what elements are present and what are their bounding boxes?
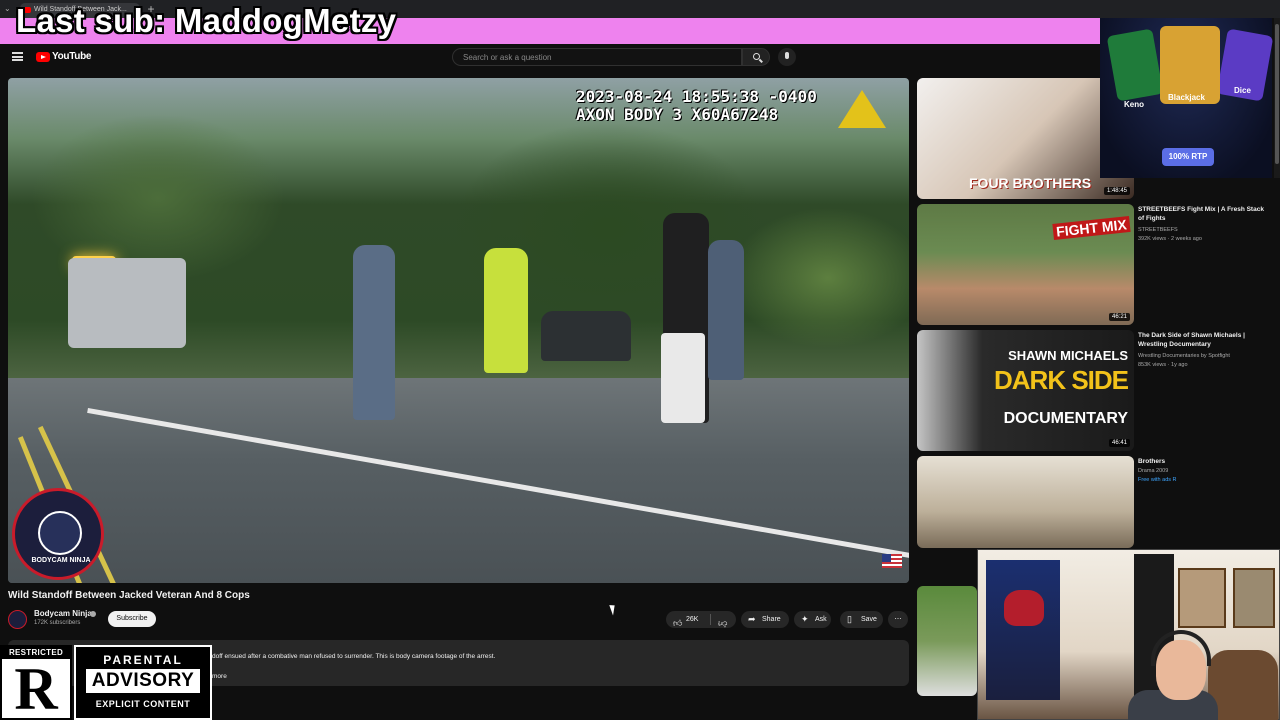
restricted-rating-badge: RESTRICTED R — [0, 645, 72, 720]
recommendation-title[interactable]: The Dark Side of Shawn Michaels | Wrestl… — [1138, 331, 1268, 349]
thumbnail-text: FIGHT MIX — [1052, 216, 1131, 240]
bookmark-icon: ▯ — [847, 614, 852, 624]
share-label: Share — [762, 616, 781, 623]
video-duration: 46:41 — [1108, 439, 1130, 447]
channel-watermark-text: BODYCAM NINJA — [31, 557, 91, 564]
recommendation-meta: 853K views · 1y ago — [1138, 362, 1188, 368]
ad-keno-label: Keno — [1124, 100, 1144, 109]
channel-watermark[interactable]: BODYCAM NINJA — [12, 488, 104, 580]
video-frame-officer — [708, 240, 744, 380]
recommendation-title[interactable]: STREETBEEFS Fight Mix | A Fresh Stack of… — [1138, 205, 1268, 223]
thumbnail-text: SHAWN MICHAELS — [1008, 348, 1128, 363]
webcam-banner-art — [1004, 590, 1044, 626]
search-input[interactable]: Search or ask a question — [452, 48, 742, 66]
window-menu-icon[interactable]: ⌄ — [4, 4, 14, 14]
share-icon: ➦ — [748, 614, 756, 624]
channel-name[interactable]: Bodycam Ninja — [34, 609, 92, 618]
recommendation-thumbnail[interactable]: FIGHT MIX 46:21 — [917, 204, 1134, 325]
save-button[interactable]: ▯ Save — [840, 611, 883, 628]
youtube-header: YouTube Search or ask a question — [0, 44, 1100, 72]
stream-screen: ⌄ Wild Standoff Between Jack... + Last s… — [0, 0, 1280, 720]
video-player[interactable]: 2023-08-24 18:55:38 -0400 AXON BODY 3 X6… — [8, 78, 909, 583]
ad-blackjack-label: Blackjack — [1168, 93, 1205, 102]
search-icon — [753, 53, 760, 60]
recommendation-meta: 392K views · 2 weeks ago — [1138, 236, 1202, 242]
microphone-icon — [785, 52, 789, 59]
recommendation-thumbnail[interactable] — [917, 586, 977, 696]
streamer-webcam — [977, 549, 1280, 720]
video-frame-road — [8, 378, 909, 583]
video-frame-tow-truck — [68, 258, 186, 348]
webcam-chair — [1208, 650, 1278, 720]
sparkle-icon: ✦ — [801, 614, 809, 624]
free-with-ads-label: Free with ads — [1138, 477, 1172, 483]
advisory-line-3: EXPLICIT CONTENT — [95, 699, 191, 709]
restricted-letter: R — [14, 656, 58, 720]
rating-badge: R — [1172, 477, 1177, 483]
divider — [710, 614, 711, 625]
ask-label: Ask — [815, 616, 827, 623]
advisory-line-1: PARENTAL — [103, 653, 183, 667]
video-frame-officer — [353, 245, 395, 420]
video-duration: 46:21 — [1108, 313, 1130, 321]
save-label: Save — [861, 616, 877, 623]
ninja-icon — [38, 511, 82, 555]
video-frame-man — [661, 333, 705, 423]
description-text: doff ensued after a combative man refuse… — [212, 653, 496, 660]
verified-icon — [90, 611, 96, 617]
subscriber-count: 172K subscribers — [34, 620, 81, 626]
recommendation-meta: Drama 2009 — [1138, 468, 1169, 474]
recommendation-thumbnail[interactable]: BE — [917, 456, 1134, 548]
share-button[interactable]: ➦ Share — [741, 611, 789, 628]
subscribe-button[interactable]: Subscribe — [108, 611, 156, 627]
scrollbar-thumb[interactable] — [1275, 24, 1279, 164]
us-flag-icon — [882, 554, 902, 568]
mouse-cursor-icon — [609, 603, 618, 616]
bodycam-timestamp: 2023-08-24 18:55:38 -0400 AXON BODY 3 X6… — [576, 88, 817, 124]
search-button[interactable] — [742, 48, 770, 66]
video-frame-trees — [8, 78, 909, 408]
ad-card-keno — [1106, 28, 1164, 102]
voice-search-button[interactable] — [778, 48, 796, 66]
like-dislike-pill: 👍︎ 26K 👍︎ — [666, 611, 736, 629]
youtube-logo-icon[interactable] — [36, 52, 50, 62]
video-duration: 1:48:45 — [1103, 187, 1130, 195]
recommendation-channel[interactable]: STREETBEEFS — [1138, 226, 1268, 234]
show-more-link[interactable]: more — [212, 673, 227, 680]
bodycam-device-line: AXON BODY 3 X60A67248 — [576, 105, 779, 124]
parental-advisory-badge: PARENTAL ADVISORY EXPLICIT CONTENT — [74, 645, 212, 720]
hamburger-menu-icon[interactable] — [12, 52, 23, 61]
last-sub-text: Last sub: MaddogMetzy — [16, 2, 397, 39]
bodycam-timestamp-line: 2023-08-24 18:55:38 -0400 — [576, 87, 817, 106]
recommendation-thumbnail[interactable]: SHAWN MICHAELS DARK SIDE DOCUMENTARY 46:… — [917, 330, 1134, 451]
webcam-poster — [1178, 568, 1226, 628]
axon-logo-icon — [838, 90, 886, 128]
thumbnail-text: DOCUMENTARY — [1003, 410, 1128, 427]
ask-button[interactable]: ✦ Ask — [794, 611, 831, 628]
ad-dice-label: Dice — [1234, 86, 1251, 95]
thumbnail-text: DARK SIDE — [993, 365, 1129, 395]
recommendation-title[interactable]: Brothers — [1138, 457, 1268, 466]
thumbnail-text: FOUR BROTHERS — [969, 175, 1092, 191]
advisory-line-2: ADVISORY — [86, 669, 200, 693]
ad-rtp-badge: 100% RTP — [1162, 148, 1214, 166]
free-with-ads-badge: Free with ads R — [1138, 477, 1177, 483]
like-count[interactable]: 26K — [686, 611, 698, 628]
video-title: Wild Standoff Between Jacked Veteran And… — [8, 590, 250, 601]
webcam-poster — [1233, 568, 1275, 628]
video-frame-officer — [484, 248, 528, 373]
like-icon[interactable]: 👍︎ — [673, 615, 682, 632]
dislike-icon[interactable]: 👍︎ — [718, 615, 727, 632]
recommendation-channel[interactable]: Wrestling Documentaries by Spotfight — [1138, 352, 1268, 360]
video-frame-car — [541, 311, 631, 361]
youtube-logo-text[interactable]: YouTube — [52, 51, 92, 62]
casino-ad[interactable]: Keno Blackjack Dice 100% RTP — [1100, 18, 1274, 178]
avatar[interactable] — [8, 610, 27, 629]
more-actions-button[interactable]: ⋯ — [888, 611, 908, 628]
webcam-banner — [986, 560, 1060, 700]
